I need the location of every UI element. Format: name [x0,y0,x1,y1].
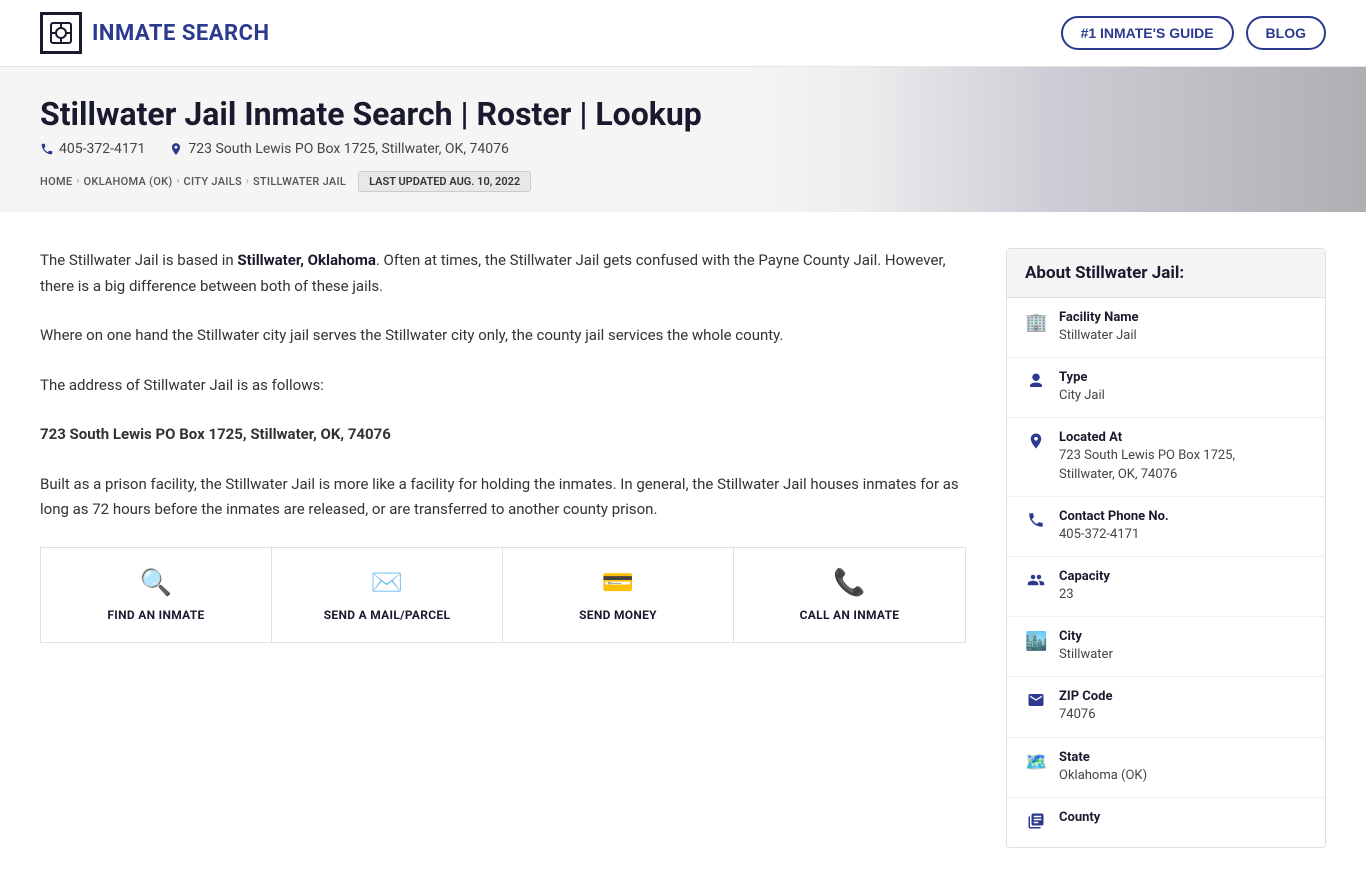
capacity-value: 23 [1059,586,1307,604]
action-grid: 🔍 FIND AN INMATE ✉️ SEND A MAIL/PARCEL 💳… [40,547,966,643]
capacity-label: Capacity [1059,569,1307,584]
send-money-action[interactable]: 💳 SEND MONEY [503,548,734,642]
location-icon [169,142,183,156]
phone-content: Contact Phone No. 405-372-4171 [1059,509,1307,544]
hero-section: Stillwater Jail Inmate Search | Roster |… [0,67,1366,212]
city-icon: 🏙️ [1025,631,1047,652]
send-mail-action[interactable]: ✉️ SEND A MAIL/PARCEL [272,548,503,642]
site-title: INMATE SEARCH [92,21,270,46]
hero-meta: 405-372-4171 723 South Lewis PO Box 1725… [40,141,1326,157]
breadcrumb-sep-1: › [76,176,79,187]
capacity-icon [1025,571,1047,594]
state-icon: 🗺️ [1025,752,1047,773]
breadcrumb-oklahoma[interactable]: OKLAHOMA (OK) [83,175,172,188]
page-title: Stillwater Jail Inmate Search | Roster |… [40,95,1326,133]
sidebar: About Stillwater Jail: 🏢 Facility Name S… [1006,248,1326,848]
breadcrumb-sep-2: › [177,176,180,187]
type-label: Type [1059,370,1307,385]
para-4: Built as a prison facility, the Stillwat… [40,472,966,523]
state-content: State Oklahoma (OK) [1059,750,1307,785]
hero-phone-number: 405-372-4171 [59,141,145,157]
facility-name-label: Facility Name [1059,310,1307,325]
para-3: The address of Stillwater Jail is as fol… [40,373,966,399]
sidebar-row-city: 🏙️ City Stillwater [1007,617,1325,677]
para-2: Where on one hand the Stillwater city ja… [40,323,966,349]
located-at-label: Located At [1059,430,1307,445]
county-icon [1025,812,1047,835]
sidebar-row-located-at: Located At 723 South Lewis PO Box 1725,S… [1007,418,1325,496]
call-inmate-action[interactable]: 📞 CALL AN INMATE [734,548,965,642]
breadcrumb-home[interactable]: HOME [40,175,72,188]
zip-icon [1025,691,1047,714]
located-at-icon [1025,432,1047,455]
sidebar-row-phone: Contact Phone No. 405-372-4171 [1007,497,1325,557]
sidebar-row-county: County [1007,798,1325,847]
bold-address: 723 South Lewis PO Box 1725, Stillwater,… [40,422,966,448]
send-money-label: SEND MONEY [579,608,657,622]
sidebar-row-type: Type City Jail [1007,358,1325,418]
sidebar-row-zip: ZIP Code 74076 [1007,677,1325,737]
facility-name-value: Stillwater Jail [1059,327,1307,345]
sidebar-card: About Stillwater Jail: 🏢 Facility Name S… [1006,248,1326,848]
hero-content: Stillwater Jail Inmate Search | Roster |… [40,95,1326,192]
state-label: State [1059,750,1307,765]
last-updated-badge: LAST UPDATED AUG. 10, 2022 [358,171,531,192]
para-1: The Stillwater Jail is based in Stillwat… [40,248,966,299]
city-label: City [1059,629,1307,644]
hero-address: 723 South Lewis PO Box 1725, Stillwater,… [169,141,508,157]
zip-label: ZIP Code [1059,689,1307,704]
find-inmate-icon: 🔍 [140,568,172,598]
sidebar-row-facility-name: 🏢 Facility Name Stillwater Jail [1007,298,1325,358]
phone-sidebar-icon [1025,511,1047,534]
blog-button[interactable]: BLOG [1246,16,1326,50]
type-content: Type City Jail [1059,370,1307,405]
phone-label: Contact Phone No. [1059,509,1307,524]
facility-name-icon: 🏢 [1025,312,1047,333]
breadcrumb: HOME › OKLAHOMA (OK) › CITY JAILS › STIL… [40,171,1326,192]
phone-icon [40,142,54,156]
article: The Stillwater Jail is based in Stillwat… [40,248,1006,848]
type-icon [1025,372,1047,395]
zip-content: ZIP Code 74076 [1059,689,1307,724]
site-header: INMATE SEARCH #1 INMATE'S GUIDE BLOG [0,0,1366,67]
send-mail-icon: ✉️ [371,568,403,598]
zip-value: 74076 [1059,706,1307,724]
send-mail-label: SEND A MAIL/PARCEL [324,608,451,622]
send-money-icon: 💳 [602,568,634,598]
inmates-guide-button[interactable]: #1 INMATE'S GUIDE [1061,16,1234,50]
located-at-content: Located At 723 South Lewis PO Box 1725,S… [1059,430,1307,483]
breadcrumb-city-jails[interactable]: CITY JAILS [184,175,242,188]
breadcrumb-stillwater-jail[interactable]: STILLWATER JAIL [253,175,346,188]
facility-name-content: Facility Name Stillwater Jail [1059,310,1307,345]
find-inmate-label: FIND AN INMATE [107,608,204,622]
para-1-intro: The Stillwater Jail is based in [40,251,237,269]
capacity-content: Capacity 23 [1059,569,1307,604]
located-at-value: 723 South Lewis PO Box 1725,Stillwater, … [1059,447,1307,483]
find-inmate-action[interactable]: 🔍 FIND AN INMATE [41,548,272,642]
breadcrumb-sep-3: › [246,176,249,187]
county-label: County [1059,810,1307,825]
call-inmate-icon: 📞 [833,568,865,598]
logo-area: INMATE SEARCH [40,12,270,54]
city-content: City Stillwater [1059,629,1307,664]
hero-phone: 405-372-4171 [40,141,145,157]
logo-icon [40,12,82,54]
county-content: County [1059,810,1307,827]
sidebar-row-capacity: Capacity 23 [1007,557,1325,617]
city-value: Stillwater [1059,646,1307,664]
phone-value: 405-372-4171 [1059,526,1307,544]
call-inmate-label: CALL AN INMATE [800,608,900,622]
state-value: Oklahoma (OK) [1059,767,1307,785]
hero-address-text: 723 South Lewis PO Box 1725, Stillwater,… [188,141,508,157]
para-1-bold: Stillwater, Oklahoma [237,251,375,269]
main-content: The Stillwater Jail is based in Stillwat… [0,212,1366,884]
type-value: City Jail [1059,387,1307,405]
header-nav: #1 INMATE'S GUIDE BLOG [1061,16,1326,50]
sidebar-title: About Stillwater Jail: [1007,249,1325,298]
